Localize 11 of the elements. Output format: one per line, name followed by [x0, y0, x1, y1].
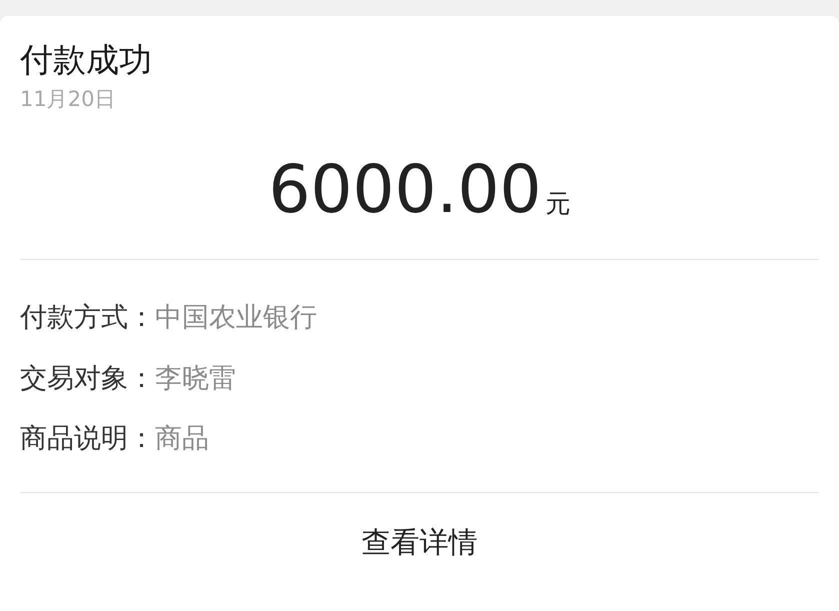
detail-label: 付款方式：	[20, 301, 155, 336]
detail-label: 商品说明：	[20, 422, 155, 456]
view-details-button[interactable]: 查看详情	[362, 520, 478, 564]
detail-value: 中国农业银行	[155, 301, 317, 336]
amount: 6000.00	[268, 157, 542, 224]
date: 11月20日	[20, 86, 116, 113]
title: 付款成功	[20, 39, 153, 80]
detail-value: 李晓雷	[155, 362, 236, 396]
detail-value: 商品	[155, 422, 209, 456]
currency-unit: 元	[545, 188, 570, 220]
detail-label: 交易对象：	[20, 362, 155, 396]
